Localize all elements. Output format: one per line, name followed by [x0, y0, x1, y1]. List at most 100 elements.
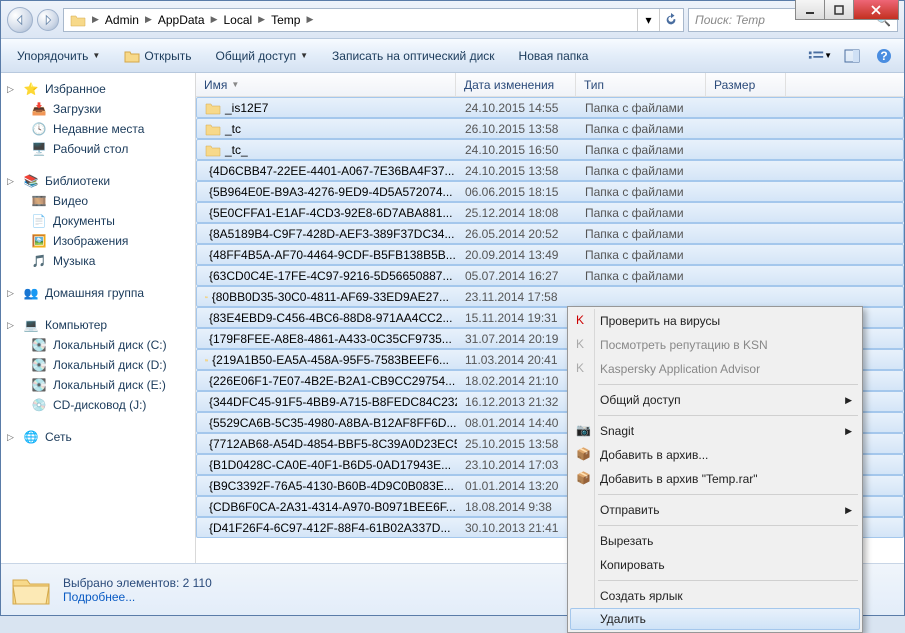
winrar-icon: 📦: [576, 471, 592, 487]
breadcrumb-item[interactable]: Temp: [267, 9, 304, 31]
file-type: Папка с файлами: [577, 143, 707, 157]
breadcrumb-item[interactable]: AppData: [154, 9, 209, 31]
kaspersky-icon: K: [576, 361, 592, 377]
file-date: 31.07.2014 20:19: [457, 332, 577, 346]
sidebar-network[interactable]: ▷🌐Сеть: [1, 427, 195, 447]
file-row[interactable]: _tc_24.10.2015 16:50Папка с файлами: [196, 139, 904, 160]
file-type: Папка с файлами: [577, 227, 707, 241]
column-size[interactable]: Размер: [706, 73, 786, 96]
cm-archive-rar[interactable]: 📦Добавить в архив "Temp.rar": [570, 467, 860, 491]
sidebar-music[interactable]: 🎵Музыка: [1, 251, 195, 271]
cm-copy[interactable]: Копировать: [570, 553, 860, 577]
file-type: Папка с файлами: [577, 185, 707, 199]
file-name: {B9C3392F-76A5-4130-B60B-4D9C0B083E...: [209, 479, 454, 493]
address-dropdown[interactable]: ▾: [637, 9, 659, 31]
help-button[interactable]: ?: [872, 44, 896, 68]
file-type: Папка с файлами: [577, 269, 707, 283]
view-options-button[interactable]: ▼: [808, 44, 832, 68]
preview-pane-button[interactable]: [840, 44, 864, 68]
file-name: _tc_: [225, 143, 248, 157]
close-button[interactable]: [853, 0, 899, 20]
command-toolbar: Упорядочить ▼ Открыть Общий доступ ▼ Зап…: [1, 39, 904, 73]
status-details-link[interactable]: Подробнее...: [63, 590, 212, 604]
folder-icon: [11, 572, 51, 608]
cm-share[interactable]: Общий доступ▶: [570, 388, 860, 412]
navigation-bar: ▶ Admin▶ AppData▶ Local▶ Temp▶ ▾ Поиск: …: [1, 1, 904, 39]
column-name[interactable]: Имя ▼: [196, 73, 456, 96]
sidebar-desktop[interactable]: 🖥️Рабочий стол: [1, 139, 195, 159]
file-row[interactable]: {48FF4B5A-AF70-4464-9CDF-B5FB138B5B...20…: [196, 244, 904, 265]
file-row[interactable]: {5B964E0E-B9A3-4276-9ED9-4D5A572074... 06…: [196, 181, 904, 202]
file-row[interactable]: _tc26.10.2015 13:58Папка с файлами: [196, 118, 904, 139]
file-row[interactable]: {5E0CFFA1-E1AF-4CD3-92E8-6D7ABA881...25.…: [196, 202, 904, 223]
organize-button[interactable]: Упорядочить ▼: [9, 45, 108, 67]
file-date: 26.05.2014 20:52: [457, 227, 577, 241]
file-type: Папка с файлами: [577, 206, 707, 220]
share-button[interactable]: Общий доступ ▼: [207, 45, 316, 67]
star-icon: ⭐: [23, 81, 39, 97]
file-name: {D41F26F4-6C97-412F-88F4-61B02A337D...: [209, 521, 450, 535]
sidebar-computer[interactable]: ▷💻Компьютер: [1, 315, 195, 335]
sidebar-drive-d[interactable]: 💽Локальный диск (D:): [1, 355, 195, 375]
sidebar-libraries[interactable]: ▷📚Библиотеки: [1, 171, 195, 191]
back-button[interactable]: [7, 7, 33, 33]
maximize-button[interactable]: [824, 0, 854, 20]
cm-cut[interactable]: Вырезать: [570, 529, 860, 553]
cm-shortcut[interactable]: Создать ярлык: [570, 584, 860, 608]
sidebar-cd-drive[interactable]: 💿CD-дисковод (J:): [1, 395, 195, 415]
cm-snagit[interactable]: 📷Snagit▶: [570, 419, 860, 443]
kaspersky-icon: K: [576, 337, 592, 353]
drive-icon: 💽: [31, 337, 47, 353]
desktop-icon: 🖥️: [31, 141, 47, 157]
refresh-button[interactable]: [659, 9, 681, 31]
video-icon: 🎞️: [31, 193, 47, 209]
file-name: {5E0CFFA1-E1AF-4CD3-92E8-6D7ABA881...: [209, 206, 452, 220]
file-name: _is12E7: [225, 101, 268, 115]
sidebar-favorites[interactable]: ▷⭐Избранное: [1, 79, 195, 99]
file-name: {5B964E0E-B9A3-4276-9ED9-4D5A572074...: [209, 185, 453, 199]
file-date: 25.10.2015 13:58: [457, 437, 577, 451]
file-date: 30.10.2013 21:41: [457, 521, 577, 535]
file-date: 15.11.2014 19:31: [457, 311, 577, 325]
file-name: _tc: [225, 122, 241, 136]
cm-ksn[interactable]: KПосмотреть репутацию в KSN: [570, 333, 860, 357]
file-date: 06.06.2015 18:15: [457, 185, 577, 199]
cm-kaa[interactable]: KKaspersky Application Advisor: [570, 357, 860, 381]
file-row[interactable]: {4D6CBB47-22EE-4401-A067-7E36BA4F37...24…: [196, 160, 904, 181]
file-row[interactable]: {63CD0C4E-17FE-4C97-9216-5D56650887...05…: [196, 265, 904, 286]
file-row[interactable]: _is12E724.10.2015 14:55Папка с файлами: [196, 97, 904, 118]
new-folder-button[interactable]: Новая папка: [511, 45, 597, 67]
sidebar-pictures[interactable]: 🖼️Изображения: [1, 231, 195, 251]
breadcrumb-item[interactable]: Admin: [101, 9, 143, 31]
sidebar-documents[interactable]: 📄Документы: [1, 211, 195, 231]
homegroup-icon: 👥: [23, 285, 39, 301]
sidebar-drive-e[interactable]: 💽Локальный диск (E:): [1, 375, 195, 395]
file-type: Папка с файлами: [577, 101, 707, 115]
open-button[interactable]: Открыть: [116, 45, 199, 67]
breadcrumb-item[interactable]: Local: [219, 9, 256, 31]
file-row[interactable]: {80BB0D35-30C0-4811-AF69-33ED9AE27...23.…: [196, 286, 904, 307]
file-name: {63CD0C4E-17FE-4C97-9216-5D56650887...: [209, 269, 453, 283]
address-bar[interactable]: ▶ Admin▶ AppData▶ Local▶ Temp▶ ▾: [63, 8, 684, 32]
file-name: {48FF4B5A-AF70-4464-9CDF-B5FB138B5B...: [209, 248, 456, 262]
sidebar-homegroup[interactable]: ▷👥Домашняя группа: [1, 283, 195, 303]
cm-archive[interactable]: 📦Добавить в архив...: [570, 443, 860, 467]
picture-icon: 🖼️: [31, 233, 47, 249]
minimize-button[interactable]: [795, 0, 825, 20]
file-row[interactable]: {8A5189B4-C9F7-428D-AEF3-389F37DC34...26…: [196, 223, 904, 244]
sidebar-recent[interactable]: 🕓Недавние места: [1, 119, 195, 139]
sidebar-videos[interactable]: 🎞️Видео: [1, 191, 195, 211]
file-name: {5529CA6B-5C35-4980-A8BA-B12AF8FF6D...: [209, 416, 456, 430]
column-type[interactable]: Тип: [576, 73, 706, 96]
forward-button[interactable]: [37, 9, 59, 31]
document-icon: 📄: [31, 213, 47, 229]
file-type: Папка с файлами: [577, 122, 707, 136]
column-date[interactable]: Дата изменения: [456, 73, 576, 96]
cm-scan-virus[interactable]: KПроверить на вирусы: [570, 309, 860, 333]
burn-button[interactable]: Записать на оптический диск: [324, 45, 503, 67]
sidebar-drive-c[interactable]: 💽Локальный диск (C:): [1, 335, 195, 355]
file-date: 16.12.2013 21:32: [457, 395, 577, 409]
sidebar-downloads[interactable]: 📥Загрузки: [1, 99, 195, 119]
cm-delete[interactable]: Удалить: [570, 608, 860, 630]
cm-send[interactable]: Отправить▶: [570, 498, 860, 522]
